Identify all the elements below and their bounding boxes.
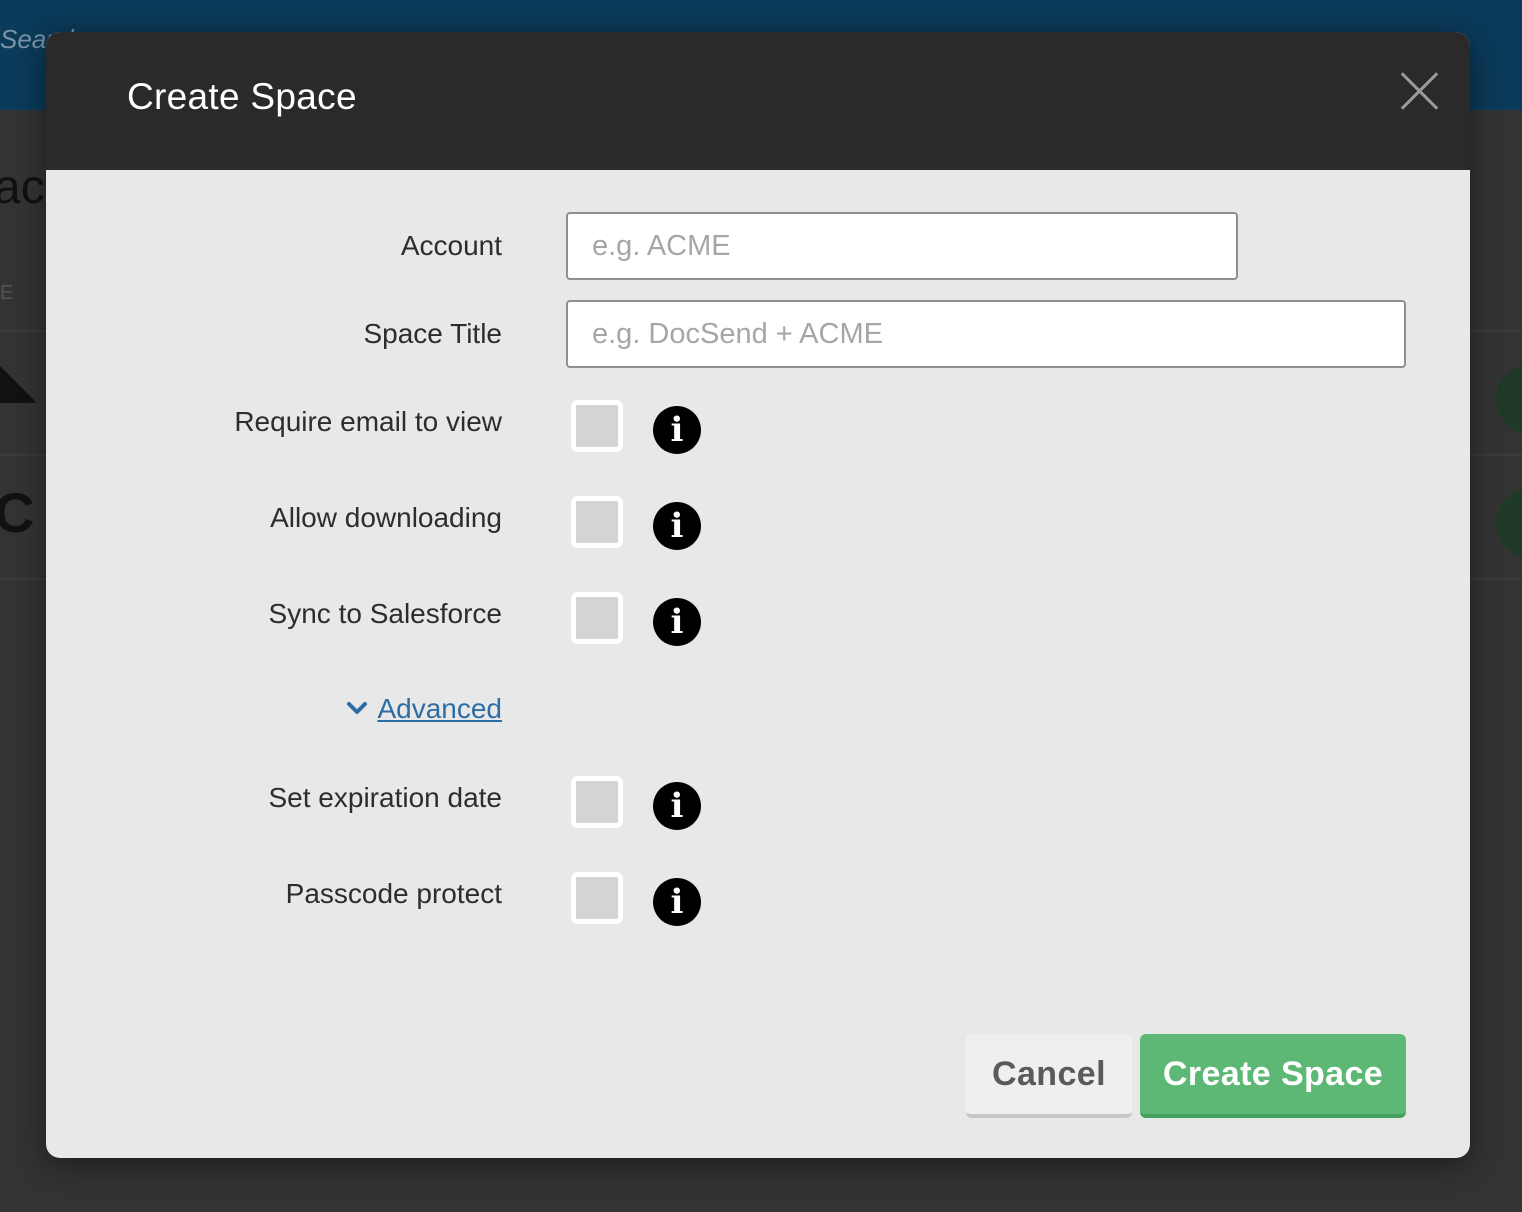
- info-icon[interactable]: i: [653, 782, 701, 830]
- dialog-title: Create Space: [127, 76, 357, 117]
- passcode-protect-checkbox[interactable]: [571, 872, 623, 924]
- sync-salesforce-label: Sync to Salesforce: [268, 598, 502, 629]
- allow-downloading-checkbox[interactable]: [571, 496, 623, 548]
- create-space-button[interactable]: Create Space: [1140, 1034, 1406, 1118]
- account-input[interactable]: [566, 212, 1238, 280]
- advanced-toggle[interactable]: Advanced: [347, 693, 502, 725]
- expiration-date-checkbox[interactable]: [571, 776, 623, 828]
- info-icon[interactable]: i: [653, 502, 701, 550]
- page-title-fragment: ac: [0, 161, 45, 214]
- space-title-input[interactable]: [566, 300, 1406, 368]
- create-space-dialog: Create Space Account Space Title Require…: [46, 32, 1470, 1158]
- info-icon[interactable]: i: [653, 406, 701, 454]
- require-email-checkbox[interactable]: [571, 400, 623, 452]
- row-thumbnail: C: [0, 481, 35, 544]
- allow-downloading-label: Allow downloading: [270, 502, 502, 533]
- require-email-label: Require email to view: [234, 406, 502, 437]
- passcode-protect-label: Passcode protect: [285, 878, 502, 909]
- cancel-button[interactable]: Cancel: [966, 1034, 1132, 1118]
- row-thumbnail: ◣: [0, 345, 38, 408]
- info-icon[interactable]: i: [653, 598, 701, 646]
- chevron-down-icon: [347, 701, 368, 714]
- space-title-label: Space Title: [363, 318, 502, 349]
- account-label: Account: [400, 230, 502, 261]
- dialog-header: Create Space: [46, 32, 1470, 170]
- close-icon[interactable]: [1396, 68, 1442, 114]
- info-icon[interactable]: i: [653, 878, 701, 926]
- advanced-label: Advanced: [377, 693, 502, 724]
- expiration-date-label: Set expiration date: [268, 782, 503, 813]
- column-header-fragment: E: [0, 282, 14, 304]
- sync-salesforce-checkbox[interactable]: [571, 592, 623, 644]
